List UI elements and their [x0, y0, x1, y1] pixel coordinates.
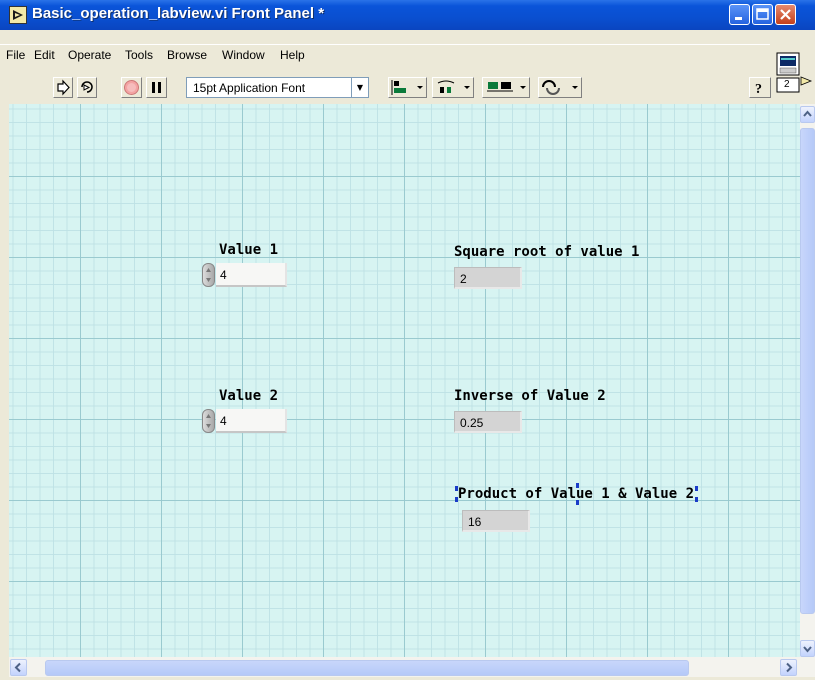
close-icon	[780, 9, 791, 20]
run-button[interactable]	[53, 77, 73, 98]
maximize-button[interactable]	[752, 4, 773, 25]
sqrt-value: 2	[460, 272, 467, 286]
vi-icon	[776, 52, 813, 93]
pause-button[interactable]	[146, 77, 167, 98]
selection-handle[interactable]	[695, 497, 698, 502]
close-button[interactable]	[775, 4, 796, 25]
chevron-up-icon	[803, 110, 812, 117]
value1-value: 4	[220, 268, 227, 282]
help-question-icon: ?	[755, 82, 762, 97]
maximize-icon	[756, 8, 769, 20]
inverse-value: 0.25	[460, 416, 484, 430]
align-objects-button[interactable]	[388, 77, 427, 98]
value2-label: Value 2	[219, 388, 279, 404]
value2-increment-spinner[interactable]	[202, 409, 215, 433]
abort-button[interactable]	[121, 77, 142, 98]
distribute-objects-button[interactable]	[432, 77, 474, 98]
menu-window[interactable]: Window	[222, 48, 265, 62]
font-selector[interactable]: 15pt Application Font ▼	[186, 77, 369, 98]
labview-vi-icon	[9, 6, 27, 24]
minimize-icon	[735, 17, 742, 20]
vertical-scroll-thumb[interactable]	[800, 128, 815, 614]
window-title: Basic_operation_labview.vi Front Panel *	[32, 5, 325, 22]
selection-handle[interactable]	[695, 486, 698, 491]
front-panel-canvas[interactable]: Value 1 4 Value 2 4 Square root of value…	[9, 104, 800, 657]
product-value: 16	[468, 515, 482, 529]
run-arrow-icon	[57, 79, 70, 96]
spinner-arrows-icon	[206, 268, 211, 282]
reorder-button[interactable]	[538, 77, 582, 98]
chevron-down-icon[interactable]: ▼	[351, 78, 368, 97]
chevron-down-icon	[803, 646, 812, 653]
font-selector-value: 15pt Application Font	[193, 81, 306, 95]
scroll-right-button[interactable]	[780, 659, 797, 676]
menu-file[interactable]: File	[6, 48, 25, 62]
abort-stop-icon	[124, 80, 139, 95]
run-continuously-icon	[81, 81, 93, 93]
inverse-numeric-indicator: 0.25	[454, 411, 522, 433]
scroll-up-button[interactable]	[800, 106, 815, 123]
labview-front-panel-window: Basic_operation_labview.vi Front Panel *…	[0, 0, 815, 677]
menu-operate[interactable]: Operate	[68, 48, 111, 62]
selection-handle[interactable]	[455, 486, 458, 491]
value1-numeric-control[interactable]: 4	[216, 263, 287, 287]
menu-browse[interactable]: Browse	[167, 48, 207, 62]
connector-label: 2	[784, 79, 790, 90]
menu-bar: File Edit Operate Tools Browse Window He…	[0, 46, 770, 66]
sqrt-label: Square root of value 1	[454, 244, 640, 260]
value2-numeric-control[interactable]: 4	[216, 409, 287, 433]
value1-increment-spinner[interactable]	[202, 263, 215, 287]
reorder-icon	[542, 80, 578, 95]
selection-handle[interactable]	[576, 483, 579, 488]
resize-objects-button[interactable]	[482, 77, 530, 98]
svg-text:?: ?	[755, 82, 762, 97]
value1-label: Value 1	[219, 242, 279, 258]
chevron-left-icon	[14, 662, 21, 673]
minimize-button[interactable]	[729, 4, 750, 25]
distribute-objects-icon	[437, 80, 470, 93]
context-help-button[interactable]: ?	[749, 77, 771, 98]
inverse-label: Inverse of Value 2	[454, 388, 606, 404]
run-continuously-button[interactable]	[77, 77, 97, 98]
selection-handle[interactable]	[455, 497, 458, 502]
menu-help[interactable]: Help	[280, 48, 305, 62]
product-numeric-indicator: 16	[462, 510, 530, 532]
align-objects-icon	[391, 80, 423, 95]
spinner-arrows-icon	[206, 414, 211, 428]
sqrt-numeric-indicator: 2	[454, 267, 522, 289]
scroll-down-button[interactable]	[800, 640, 815, 657]
chevron-right-icon	[786, 662, 793, 673]
pause-icon	[152, 82, 161, 93]
menu-edit[interactable]: Edit	[34, 48, 55, 62]
title-bar[interactable]: Basic_operation_labview.vi Front Panel *	[0, 0, 815, 30]
selection-handle[interactable]	[576, 500, 579, 505]
menu-tools[interactable]: Tools	[125, 48, 153, 62]
menu-divider	[0, 44, 770, 45]
horizontal-scroll-thumb[interactable]	[45, 660, 689, 676]
vi-icon-connector-pane[interactable]: 2	[775, 51, 813, 94]
resize-objects-icon	[487, 82, 526, 92]
value2-value: 4	[220, 414, 227, 428]
scroll-left-button[interactable]	[10, 659, 27, 676]
